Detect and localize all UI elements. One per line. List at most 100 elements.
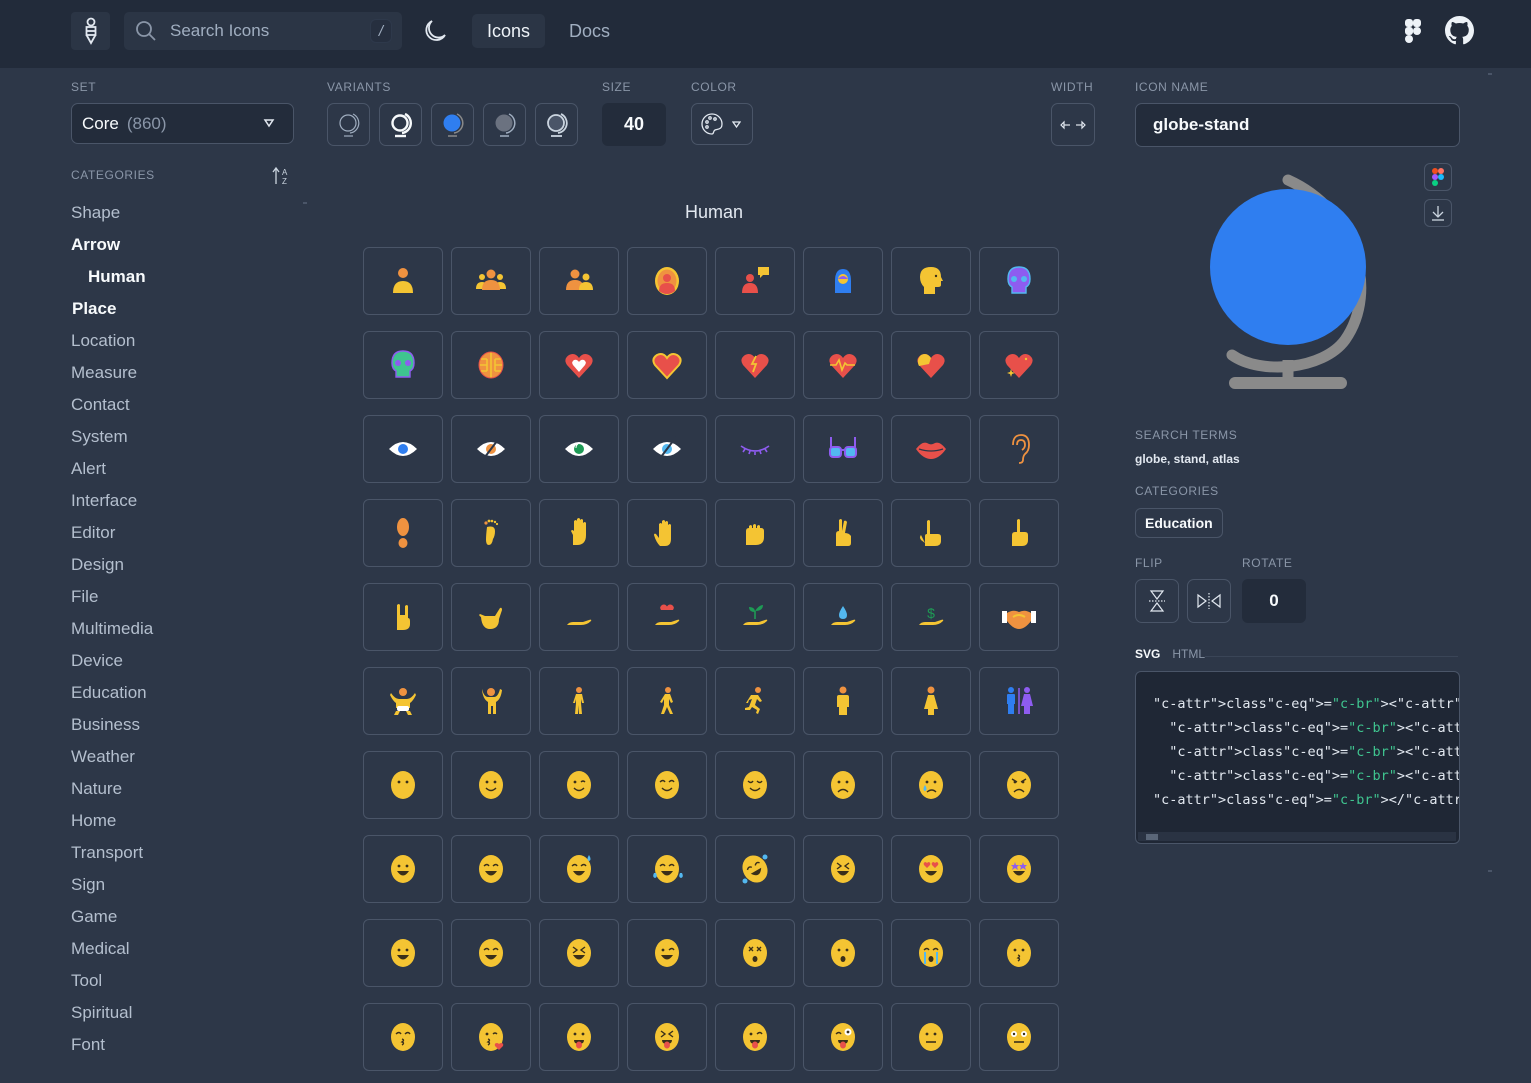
sidebar-item-file[interactable]: File [71, 581, 301, 613]
code-scrollbar[interactable] [1138, 832, 1456, 841]
icon-tile-eye-slash-orange[interactable] [451, 415, 531, 483]
sidebar-item-weather[interactable]: Weather [71, 741, 301, 773]
icon-tile-eye-green[interactable] [539, 415, 619, 483]
icon-tile-shoe-print[interactable] [363, 499, 443, 567]
tab-html[interactable]: HTML [1172, 647, 1205, 661]
sidebar-item-measure[interactable]: Measure [71, 357, 301, 389]
icon-tile-hand-water[interactable] [803, 583, 883, 651]
flip-vertical-button[interactable] [1135, 579, 1179, 623]
detail-scroll-up[interactable] [1488, 73, 1492, 75]
sidebar-item-tool[interactable]: Tool [71, 965, 301, 997]
copy-to-figma-button[interactable] [1424, 163, 1452, 191]
icon-tile-face-rofl[interactable] [715, 835, 795, 903]
size-input[interactable]: 40 [602, 103, 666, 146]
icon-tile-person-walk[interactable] [627, 667, 707, 735]
sidebar-item-location[interactable]: Location [71, 325, 301, 357]
sidebar-scroll-up[interactable] [303, 202, 307, 204]
icon-tile-heart-white[interactable] [539, 331, 619, 399]
nav-tab-docs[interactable]: Docs [554, 14, 625, 48]
icon-tile-hand-plant[interactable] [715, 583, 795, 651]
variant-line-button[interactable] [327, 103, 370, 146]
sidebar-item-alert[interactable]: Alert [71, 453, 301, 485]
figma-icon[interactable] [1403, 18, 1423, 44]
sidebar-item-education[interactable]: Education [71, 677, 301, 709]
icon-tile-heart-outline[interactable] [627, 331, 707, 399]
variant-flat-color-button[interactable] [431, 103, 474, 146]
sidebar-item-spiritual[interactable]: Spiritual [71, 997, 301, 1029]
icon-tile-eye-closed[interactable] [715, 415, 795, 483]
icon-tile-hand-spread[interactable] [627, 499, 707, 567]
icon-tile-person-stand[interactable] [539, 667, 619, 735]
rotate-input[interactable]: 0 [1242, 579, 1306, 623]
icon-tile-hand-rock[interactable] [363, 583, 443, 651]
nav-tab-icons[interactable]: Icons [472, 14, 546, 48]
icon-tile-user-chat[interactable] [715, 247, 795, 315]
icon-tile-face-tongue-wink[interactable] [715, 1003, 795, 1071]
category-badge[interactable]: Education [1135, 508, 1223, 538]
icon-name-field[interactable] [1135, 103, 1460, 147]
icon-tile-handshake[interactable] [979, 583, 1059, 651]
icon-tile-face-heart-eyes[interactable] [891, 835, 971, 903]
icon-tile-skull[interactable] [979, 247, 1059, 315]
github-icon[interactable] [1445, 16, 1474, 45]
icon-tile-face-kiss[interactable] [979, 919, 1059, 987]
sidebar-item-design[interactable]: Design [71, 549, 301, 581]
icon-tile-hand-heart[interactable] [627, 583, 707, 651]
icon-tile-heart-half[interactable] [891, 331, 971, 399]
icon-tile-face-star-eyes[interactable] [979, 835, 1059, 903]
logo-button[interactable] [71, 12, 110, 50]
code-block[interactable]: "c-attr">class"c-eq">="c-br"><"c-attr">c… [1135, 671, 1460, 844]
icon-tile-eye[interactable] [363, 415, 443, 483]
icon-tile-face-sweat[interactable] [539, 835, 619, 903]
moon-icon[interactable] [421, 17, 449, 45]
icon-tile-face-kiss-heart[interactable] [451, 1003, 531, 1071]
tab-svg[interactable]: SVG [1135, 647, 1160, 661]
sidebar-item-sign[interactable]: Sign [71, 869, 301, 901]
icon-tile-face-kiss-closed[interactable] [363, 1003, 443, 1071]
sidebar-item-place[interactable]: Place [71, 293, 301, 325]
icon-tile-face-dizzy[interactable] [715, 919, 795, 987]
sidebar-item-transport[interactable]: Transport [71, 837, 301, 869]
sidebar-item-contact[interactable]: Contact [71, 389, 301, 421]
icon-tile-face-tongue[interactable] [539, 1003, 619, 1071]
icon-tile-face-crying[interactable] [891, 919, 971, 987]
search-input[interactable] [170, 21, 350, 41]
icon-tile-face-wink-grin[interactable] [627, 919, 707, 987]
icon-tile-hand-dollar[interactable]: $ [891, 583, 971, 651]
icon-tile-user-circle[interactable] [627, 247, 707, 315]
icon-tile-hand-shaka[interactable] [451, 583, 531, 651]
icon-tile-hacker[interactable] [803, 247, 883, 315]
sidebar-item-game[interactable]: Game [71, 901, 301, 933]
icon-tile-face-joy[interactable] [627, 835, 707, 903]
icon-tile-face-surprised[interactable] [803, 919, 883, 987]
icon-tile-heart-pulse[interactable] [803, 331, 883, 399]
icon-tile-glasses[interactable] [803, 415, 883, 483]
icon-tile-face-tear[interactable] [891, 751, 971, 819]
color-picker-button[interactable] [691, 103, 753, 145]
icon-name-input[interactable] [1153, 115, 1443, 135]
icon-tile-face-expressionless[interactable] [891, 1003, 971, 1071]
icon-tile-hand-point[interactable] [891, 499, 971, 567]
icon-tile-face-sad[interactable] [803, 751, 883, 819]
sidebar-item-multimedia[interactable]: Multimedia [71, 613, 301, 645]
icon-tile-users[interactable] [539, 247, 619, 315]
icon-tile-hand-fist[interactable] [715, 499, 795, 567]
variant-bold-line-button[interactable] [379, 103, 422, 146]
download-button[interactable] [1424, 199, 1452, 227]
icon-tile-person-run[interactable] [715, 667, 795, 735]
icon-tile-face-laugh-squint[interactable] [803, 835, 883, 903]
flip-horizontal-button[interactable] [1187, 579, 1231, 623]
icon-tile-ear[interactable] [979, 415, 1059, 483]
sidebar-item-home[interactable]: Home [71, 805, 301, 837]
icon-tile-face-smile[interactable] [451, 751, 531, 819]
sidebar-item-business[interactable]: Business [71, 709, 301, 741]
icon-tile-man[interactable] [803, 667, 883, 735]
sidebar-item-editor[interactable]: Editor [71, 517, 301, 549]
icon-tile-foot[interactable] [451, 499, 531, 567]
icon-tile-face-relieved[interactable] [715, 751, 795, 819]
icon-tile-restroom[interactable] [979, 667, 1059, 735]
icon-tile-face-tongue-squint[interactable] [627, 1003, 707, 1071]
sidebar-item-system[interactable]: System [71, 421, 301, 453]
icon-tile-face-happy[interactable] [627, 751, 707, 819]
sidebar-item-arrow[interactable]: Arrow [71, 229, 301, 261]
